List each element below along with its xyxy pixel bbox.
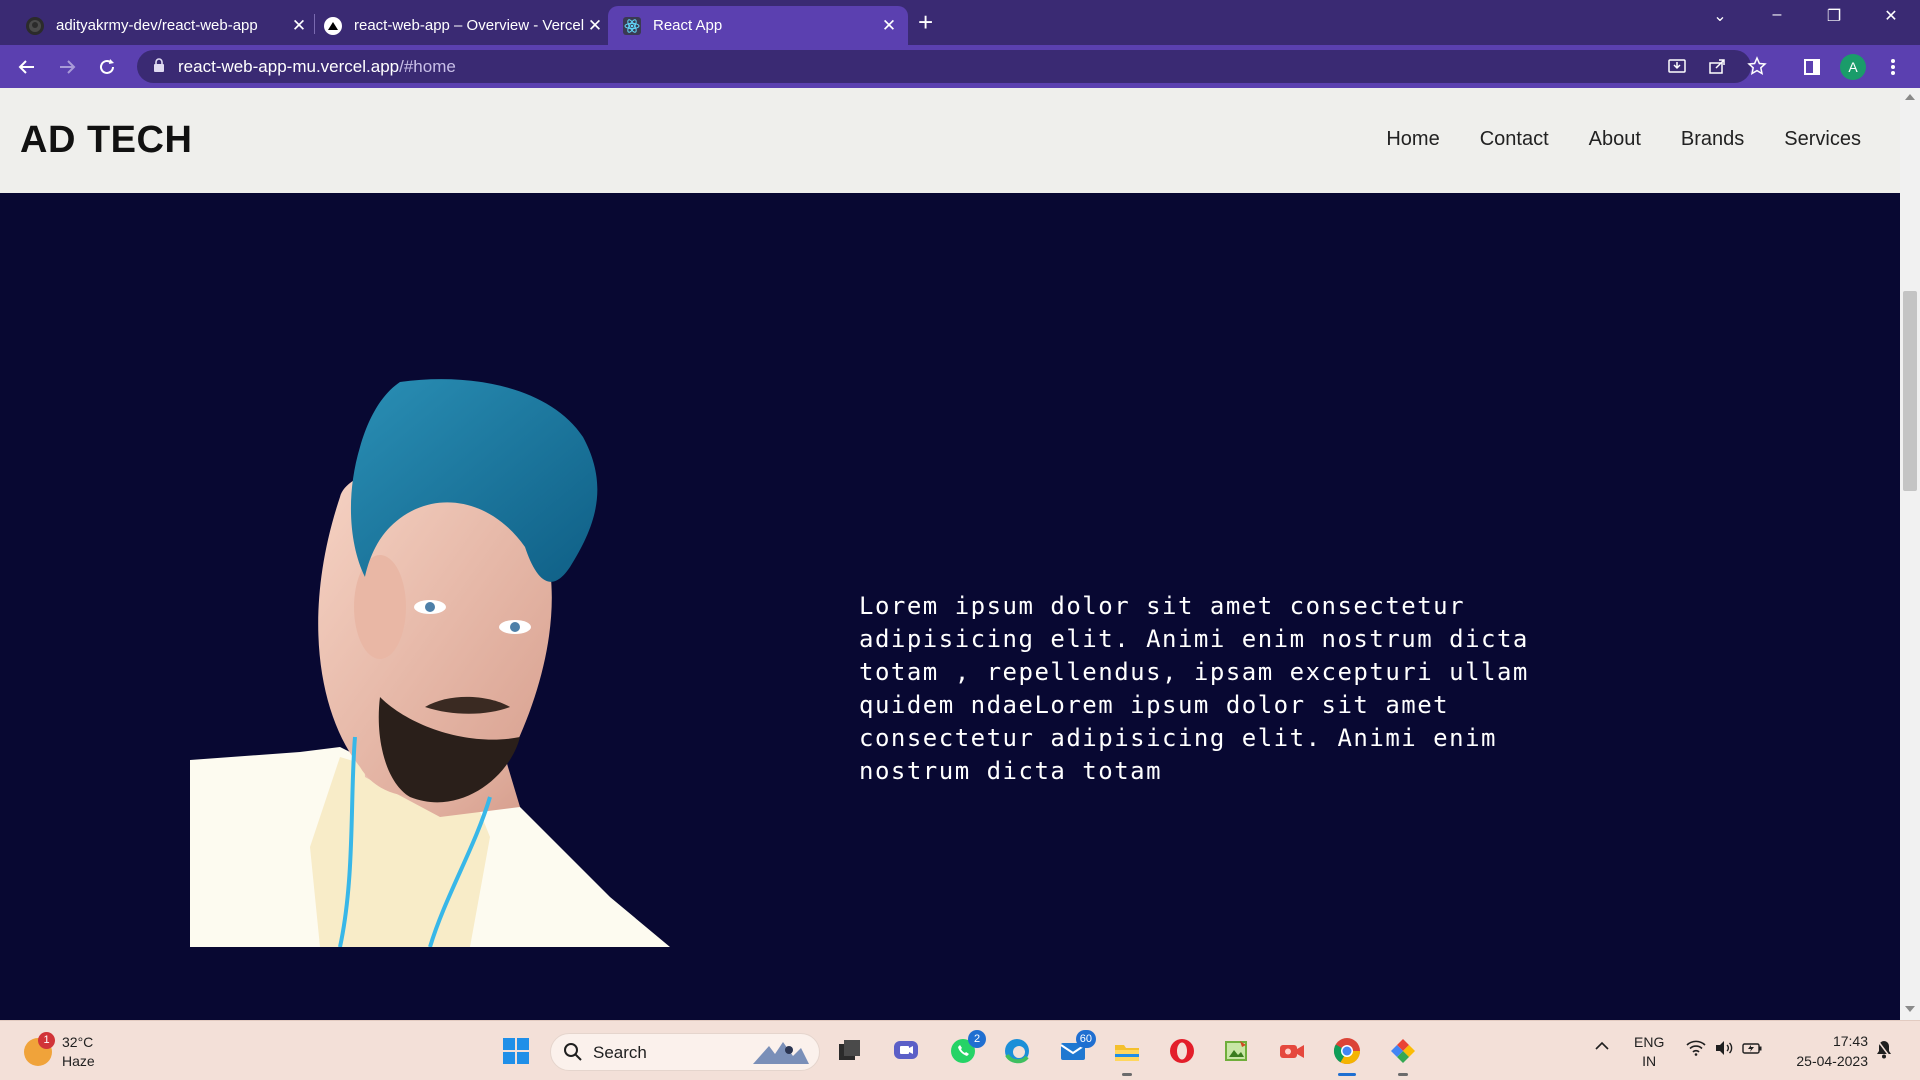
running-indicator: [1398, 1073, 1408, 1076]
notification-bell-icon[interactable]: [1875, 1039, 1893, 1062]
teams-chat-icon[interactable]: [889, 1034, 923, 1068]
video-recorder-icon[interactable]: [1275, 1034, 1309, 1068]
close-icon[interactable]: ✕: [288, 16, 310, 36]
nav-about[interactable]: About: [1589, 128, 1641, 151]
install-app-icon[interactable]: [1667, 56, 1687, 81]
volume-icon: [1714, 1040, 1734, 1059]
nav-services[interactable]: Services: [1784, 128, 1861, 151]
taskbar-clock[interactable]: 17:43 25-04-2023: [1778, 1031, 1868, 1071]
tab-react-app[interactable]: React App ✕: [608, 6, 908, 45]
tab-title: adityakrmy-dev/react-web-app: [56, 17, 258, 34]
weather-sun-icon: 1: [24, 1032, 55, 1066]
photo-editor-icon[interactable]: [1219, 1034, 1253, 1068]
window-close-button[interactable]: ✕: [1871, 6, 1911, 26]
whatsapp-icon[interactable]: 2: [946, 1030, 986, 1068]
page-scrollbar[interactable]: [1900, 88, 1920, 1020]
browser-toolbar: react-web-app-mu.vercel.app/#home A: [0, 45, 1920, 88]
running-indicator: [1122, 1073, 1132, 1076]
url-path: /#home: [399, 57, 456, 76]
profile-avatar[interactable]: A: [1840, 54, 1866, 80]
tab-github[interactable]: adityakrmy-dev/react-web-app ✕: [14, 6, 310, 45]
edge-browser-icon[interactable]: [1000, 1034, 1034, 1068]
clock-date: 25-04-2023: [1796, 1053, 1868, 1069]
close-icon[interactable]: ✕: [584, 16, 606, 36]
github-icon: [26, 16, 44, 35]
language-indicator[interactable]: ENG IN: [1634, 1033, 1664, 1071]
chrome-icon[interactable]: [1330, 1034, 1364, 1076]
tab-title: react-web-app – Overview - Vercel: [354, 17, 584, 34]
bookmark-star-icon[interactable]: [1747, 56, 1767, 81]
language-code: ENG: [1634, 1034, 1665, 1050]
url-text: react-web-app-mu.vercel.app/#home: [178, 57, 456, 77]
back-button[interactable]: [11, 51, 43, 83]
task-view-icon[interactable]: [833, 1034, 867, 1068]
weather-desc: Haze: [62, 1053, 95, 1069]
menu-kebab-icon[interactable]: [1877, 51, 1909, 83]
react-icon: [623, 16, 641, 35]
active-app-indicator: [1338, 1073, 1356, 1076]
forward-button[interactable]: [51, 51, 83, 83]
show-hidden-icons-chevron-icon[interactable]: [1594, 1038, 1610, 1057]
nav-contact[interactable]: Contact: [1480, 128, 1549, 151]
vercel-icon: [324, 16, 342, 35]
minimize-button[interactable]: –: [1757, 6, 1797, 24]
site-header: AD TECH Home Contact About Brands Servic…: [0, 88, 1900, 193]
browser-tab-strip: adityakrmy-dev/react-web-app ✕ react-web…: [0, 0, 1920, 45]
wifi-icon: [1686, 1040, 1706, 1059]
system-tray-quick-settings[interactable]: [1686, 1040, 1762, 1059]
windows-taskbar: 1 32°C Haze Search 2 60 ENG IN 17:43 25-…: [0, 1020, 1920, 1080]
nav-home[interactable]: Home: [1386, 128, 1439, 151]
url-host: react-web-app-mu.vercel.app: [178, 57, 400, 76]
profile-photo: [190, 379, 670, 947]
reload-button[interactable]: [91, 51, 123, 83]
weather-badge: 1: [38, 1032, 55, 1049]
tab-vercel[interactable]: react-web-app – Overview - Vercel ✕: [316, 6, 606, 45]
scrollbar-thumb[interactable]: [1903, 291, 1917, 491]
web-page: AD TECH Home Contact About Brands Servic…: [0, 88, 1900, 1020]
search-icon: [563, 1042, 583, 1067]
whatsapp-badge: 2: [968, 1030, 986, 1048]
search-label: Search: [593, 1043, 647, 1062]
new-tab-button[interactable]: +: [918, 7, 933, 38]
weather-temp: 32°C: [62, 1034, 94, 1050]
windows-start-icon[interactable]: [499, 1034, 533, 1068]
hero-description: Lorem ipsum dolor sit amet consectetur a…: [859, 592, 1529, 785]
tab-title: React App: [653, 17, 723, 34]
tab-search-chevron-icon[interactable]: ⌄: [1700, 6, 1740, 26]
scroll-down-arrow-icon[interactable]: [1905, 1006, 1915, 1012]
side-panel-icon[interactable]: [1796, 51, 1828, 83]
mail-badge: 60: [1075, 1030, 1096, 1048]
taskbar-search[interactable]: Search: [550, 1033, 820, 1071]
nav-brands[interactable]: Brands: [1681, 128, 1744, 151]
scroll-up-arrow-icon[interactable]: [1905, 94, 1915, 100]
tab-separator: [314, 14, 315, 34]
search-highlight-icon: [749, 1036, 813, 1073]
lock-icon: [153, 58, 165, 78]
site-nav: Home Contact About Brands Services: [1386, 128, 1861, 151]
restore-button[interactable]: ❐: [1814, 6, 1854, 26]
opera-icon[interactable]: [1165, 1034, 1199, 1068]
file-explorer-icon[interactable]: [1110, 1034, 1144, 1076]
region-code: IN: [1642, 1053, 1657, 1069]
weather-widget[interactable]: 1 32°C Haze: [24, 1032, 95, 1071]
gemini-app-icon[interactable]: [1386, 1034, 1420, 1076]
address-bar[interactable]: react-web-app-mu.vercel.app/#home: [137, 50, 1767, 83]
share-icon[interactable]: [1707, 56, 1727, 81]
clock-time: 17:43: [1832, 1033, 1868, 1049]
mail-icon[interactable]: 60: [1056, 1030, 1096, 1068]
close-icon[interactable]: ✕: [878, 16, 900, 36]
site-logo[interactable]: AD TECH: [20, 119, 192, 162]
battery-charging-icon: [1742, 1040, 1762, 1059]
